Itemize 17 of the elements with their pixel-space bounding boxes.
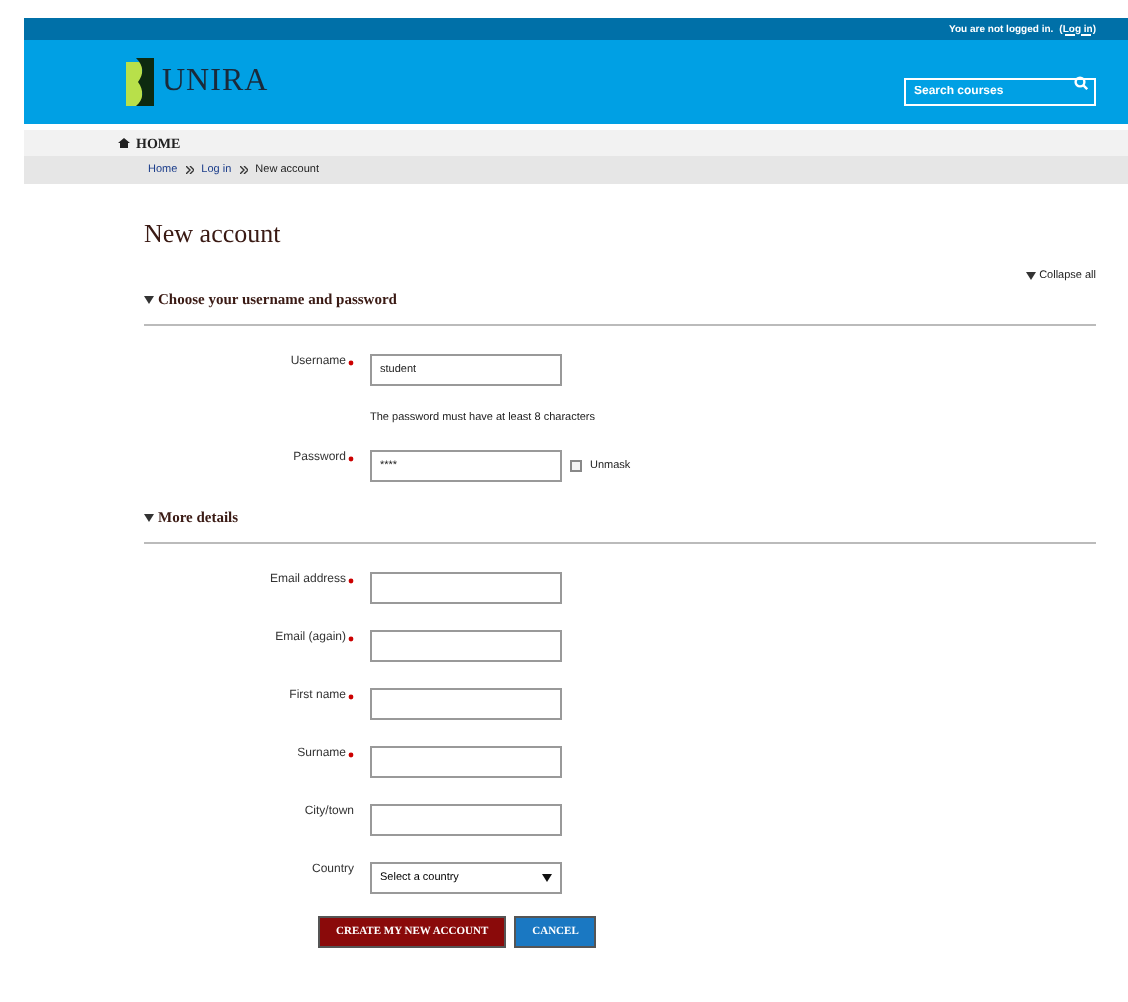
logo-text: UNIRA [162, 64, 269, 100]
caret-icon [144, 295, 154, 303]
page-title: New account [144, 218, 283, 250]
chevron-icon [239, 166, 248, 174]
home-icon [118, 138, 130, 148]
chevron-icon [185, 166, 194, 174]
logo-icon [126, 58, 154, 106]
unmask-checkbox[interactable] [570, 460, 582, 472]
text-field[interactable] [370, 804, 562, 836]
caret-icon [144, 513, 154, 521]
caret-icon [1025, 272, 1036, 280]
text-field[interactable] [370, 630, 562, 662]
text-field[interactable] [370, 572, 562, 604]
search-icon[interactable] [1074, 75, 1088, 89]
dropdown-icon [542, 874, 552, 882]
text-field[interactable] [370, 746, 562, 778]
text-field[interactable] [370, 688, 562, 720]
